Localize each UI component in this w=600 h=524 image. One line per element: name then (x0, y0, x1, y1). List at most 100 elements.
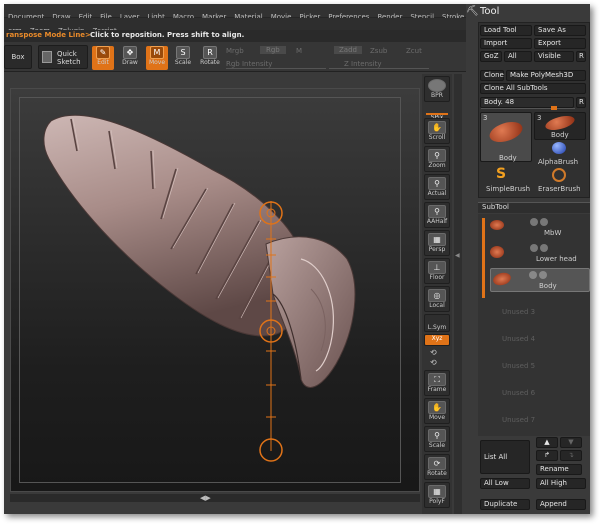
import-button[interactable]: Import (480, 38, 532, 49)
rotate-tool-button[interactable]: R Rotate (199, 46, 221, 70)
magnifier-icon: ⚲ (428, 429, 446, 442)
polyframe-icon: ▦ (428, 485, 446, 498)
visibility-icon[interactable] (530, 218, 538, 226)
rotate-arrow-icon[interactable]: ⟲ (430, 348, 437, 357)
top-toolbar: Box Quick Sketch ✎ Edit ✥ Draw M Move S Scal… (4, 42, 474, 72)
zcut-button[interactable]: Zcut (406, 47, 422, 55)
visible-button[interactable]: Visible (534, 51, 574, 62)
spix-slider[interactable]: SPix (424, 104, 450, 121)
scale-view-button[interactable]: ⚲ Scale (424, 426, 450, 452)
visibility-icon[interactable] (530, 244, 538, 252)
all-button[interactable]: All (504, 51, 532, 62)
draw-tool-button[interactable]: ✥ Draw (119, 46, 141, 70)
bpr-button[interactable]: BPR (424, 76, 450, 102)
unused-slot: Unused 5 (502, 362, 536, 370)
move-tool-button[interactable]: M Move (146, 46, 168, 70)
rgb-button[interactable]: Rgb (260, 46, 286, 54)
save-as-button[interactable]: Save As (534, 25, 586, 36)
move-subtool-down-button[interactable]: ↴ (560, 450, 582, 461)
frame-button[interactable]: ⛶ Frame (424, 370, 450, 396)
aahalf-button[interactable]: ⚲ AAHalf (424, 202, 450, 228)
move-subtool-button[interactable]: ↱ (536, 450, 558, 461)
move-up-button[interactable]: ▲ (536, 437, 558, 448)
m-button[interactable]: M (296, 47, 302, 55)
visibility-icon[interactable] (540, 244, 548, 252)
eraser-brush-icon (552, 168, 566, 182)
subtool-item-body[interactable]: Body (490, 268, 590, 292)
scroll-button[interactable]: ✋ Scroll (424, 118, 450, 144)
mrgb-button[interactable]: Mrgb (226, 47, 244, 55)
make-polymesh3d-button[interactable]: Make PolyMesh3D (506, 70, 586, 81)
move-view-button[interactable]: ✋ Move (424, 398, 450, 424)
zsub-button[interactable]: Zsub (370, 47, 387, 55)
xyz-button[interactable]: Xyz (424, 334, 450, 346)
quick-sketch-button[interactable]: Quick Sketch (38, 45, 88, 69)
subtool-item-lower-head[interactable]: Lower head (490, 242, 590, 266)
hand-icon: ✋ (428, 401, 446, 414)
zadd-button[interactable]: Zadd (334, 46, 362, 54)
horizontal-scrollbar[interactable]: ◀▶ (10, 494, 420, 502)
local-button[interactable]: ◎ Local (424, 286, 450, 312)
tool-thumb-body[interactable]: 3 Body (480, 112, 532, 162)
append-button[interactable]: Append (536, 499, 586, 510)
floor-icon: ⊥ (428, 261, 446, 274)
box-button[interactable]: Box (4, 45, 32, 69)
polyf-button[interactable]: ▦ PolyF (424, 482, 450, 508)
body-thumbnail-icon (543, 113, 577, 133)
hand-icon: ✋ (428, 121, 446, 134)
rotate-icon: R (203, 46, 217, 59)
model-canvas[interactable] (11, 89, 420, 492)
simple-brush-item[interactable]: S SimpleBrush (480, 166, 532, 194)
list-all-button[interactable]: List All (480, 440, 530, 474)
canvas-viewport[interactable] (10, 88, 420, 492)
all-low-button[interactable]: All Low (480, 478, 530, 489)
shelf-scroll-strip[interactable]: ◀ (454, 74, 462, 514)
body-r-button[interactable]: R (576, 97, 586, 108)
main-menu-bar: Document Draw Edit File Layer Light Macro Marke… (4, 4, 474, 21)
persp-button[interactable]: ▦ Persp (424, 230, 450, 256)
eraser-brush-item[interactable]: EraserBrush (534, 168, 586, 194)
expand-arrow-icon[interactable]: ◀ (455, 252, 460, 259)
all-high-button[interactable]: All High (536, 478, 586, 489)
visibility-icon[interactable] (540, 218, 548, 226)
move-icon: M (150, 46, 164, 59)
magnifier-icon: ⚲ (428, 205, 446, 218)
export-button[interactable]: Export (534, 38, 586, 49)
scale-tool-button[interactable]: S Scale (172, 46, 194, 70)
clone-button[interactable]: Clone (480, 70, 504, 81)
scroll-arrows-icon[interactable]: ◀▶ (200, 494, 211, 502)
floor-button[interactable]: ⊥ Floor (424, 258, 450, 284)
slider-handle[interactable] (551, 106, 557, 110)
zoom-button[interactable]: ⚲ Zoom (424, 146, 450, 172)
goz-button[interactable]: GoZ (480, 51, 502, 62)
tool-thumb-body-2[interactable]: 3 Body (534, 112, 586, 140)
lsym-button[interactable]: L.Sym (424, 314, 450, 332)
current-tool-slider[interactable]: Body. 48 (480, 97, 575, 110)
clone-all-subtools-button[interactable]: Clone All SubTools (480, 83, 586, 94)
alpha-brush-item[interactable]: AlphaBrush (534, 142, 586, 168)
rgb-intensity-slider[interactable]: Rgb Intensity (226, 60, 272, 68)
rotate-arrow-icon[interactable]: ⟲ (430, 358, 437, 367)
rotate-icon: ⟳ (428, 457, 446, 470)
rename-button[interactable]: Rename (536, 464, 582, 475)
load-tool-button[interactable]: Load Tool (480, 25, 532, 36)
curved-arrow-icon: ↱ (544, 451, 550, 459)
move-down-button[interactable]: ▼ (560, 437, 582, 448)
duplicate-button[interactable]: Duplicate (480, 499, 530, 510)
rotate-view-button[interactable]: ⟳ Rotate (424, 454, 450, 480)
subtool-thumb-icon (490, 246, 504, 258)
body-mesh[interactable] (43, 114, 356, 388)
visibility-icon[interactable] (539, 271, 547, 279)
actual-button[interactable]: ⚲ Actual (424, 174, 450, 200)
edit-tool-button[interactable]: ✎ Edit (92, 46, 114, 70)
frame-icon: ⛶ (428, 373, 446, 386)
magnifier-icon: ⚲ (428, 177, 446, 190)
visibility-icon[interactable] (529, 271, 537, 279)
subtool-scroll-indicator[interactable] (482, 218, 485, 298)
mode-hint: Click to reposition. Press shift to alig… (90, 31, 245, 39)
subtool-item-mbw[interactable]: MbW (490, 216, 590, 240)
magnifier-icon: ⚲ (428, 149, 446, 162)
z-intensity-slider[interactable]: Z Intensity (344, 60, 382, 68)
simple-brush-icon: S (496, 166, 507, 182)
r-button[interactable]: R (576, 51, 586, 62)
